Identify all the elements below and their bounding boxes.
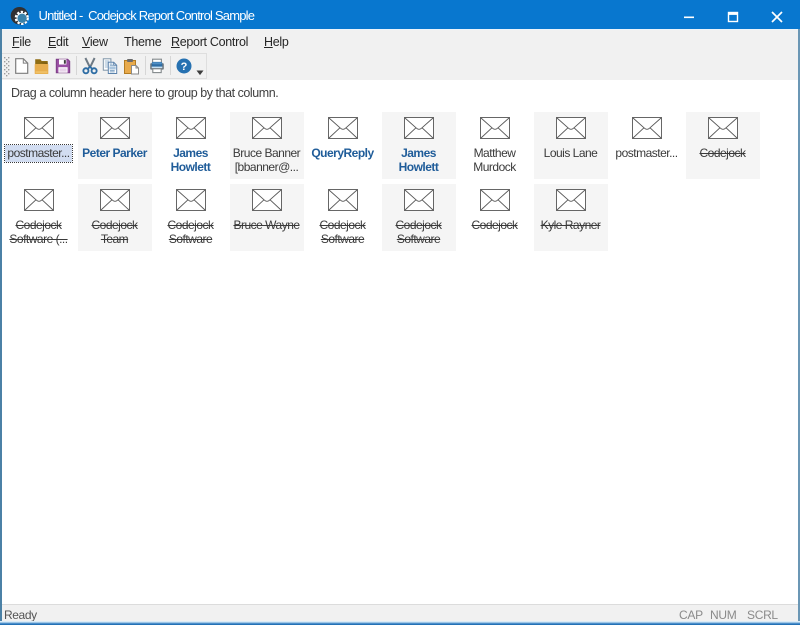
svg-text:?: ? [181,61,188,73]
